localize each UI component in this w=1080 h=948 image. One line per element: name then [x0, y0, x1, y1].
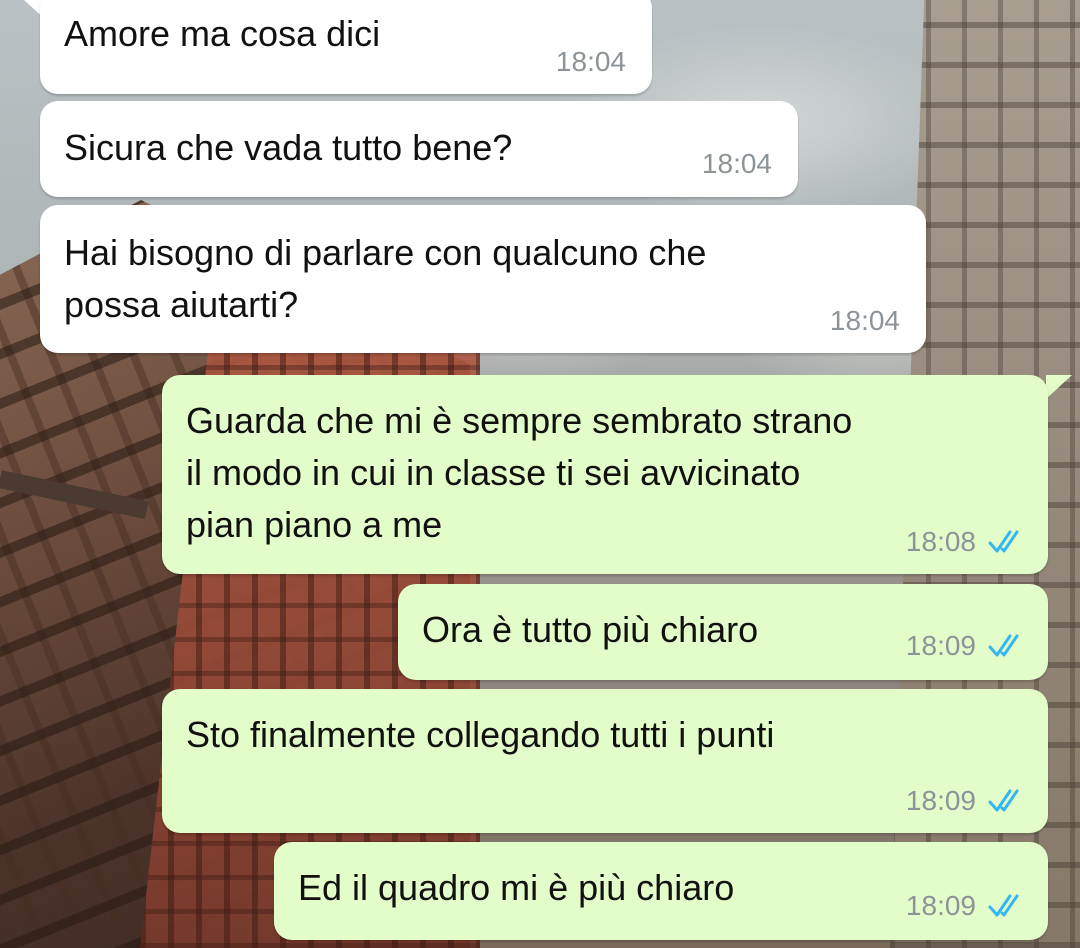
message-text: Guarda che mi è sempre sembrato strano i… [186, 400, 853, 545]
message-text: Hai bisogno di parlare con qualcuno che … [64, 232, 707, 325]
message-text: Amore ma cosa dici [64, 13, 381, 54]
message-time: 18:04 [829, 305, 900, 336]
message-time: 18:08 [905, 526, 976, 557]
outgoing-bubble-tail [1046, 375, 1072, 399]
message-meta: 18:09 [906, 785, 1026, 817]
message-time: 18:09 [905, 630, 976, 661]
message-bubble-incoming[interactable]: Hai bisogno di parlare con qualcuno che … [40, 205, 926, 353]
message-meta: 18:04 [702, 148, 772, 180]
message-meta: 18:09 [906, 630, 1026, 662]
message-text: Sicura che vada tutto bene? [64, 127, 513, 168]
message-text: Ora è tutto più chiaro [422, 609, 759, 650]
double-check-read-icon [988, 894, 1019, 917]
double-check-read-icon [988, 789, 1019, 812]
message-bubble-incoming[interactable]: Sicura che vada tutto bene? 18:04 [40, 101, 798, 197]
message-meta: 18:08 [906, 526, 1026, 558]
message-time: 18:04 [555, 46, 626, 77]
message-text: Sto finalmente collegando tutti i punti [186, 714, 775, 755]
message-bubble-outgoing[interactable]: Ora è tutto più chiaro 18:09 [398, 584, 1048, 680]
double-check-read-icon [988, 530, 1019, 553]
message-bubble-outgoing[interactable]: Guarda che mi è sempre sembrato strano i… [162, 375, 1048, 574]
message-time: 18:09 [905, 890, 976, 921]
message-meta: 18:04 [830, 305, 900, 337]
message-meta: 18:04 [556, 46, 626, 78]
message-meta: 18:09 [906, 890, 1026, 922]
message-time: 18:04 [701, 148, 772, 179]
message-text: Ed il quadro mi è più chiaro [298, 867, 735, 908]
message-bubble-outgoing[interactable]: Ed il quadro mi è più chiaro 18:09 [274, 842, 1048, 940]
message-bubble-incoming[interactable]: Amore ma cosa dici 18:04 [40, 0, 652, 94]
double-check-read-icon [988, 634, 1019, 657]
message-bubble-outgoing[interactable]: Sto finalmente collegando tutti i punti … [162, 689, 1048, 833]
message-time: 18:09 [905, 785, 976, 816]
